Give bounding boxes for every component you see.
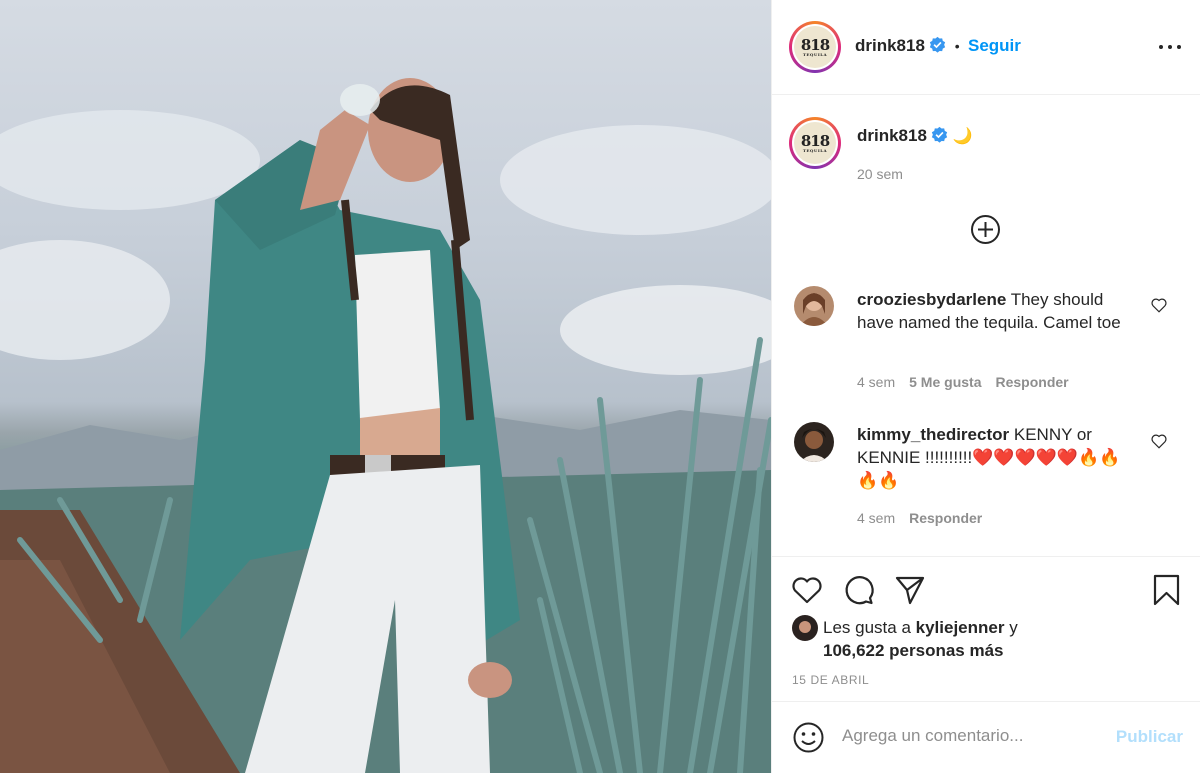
more-options-icon[interactable]	[1159, 36, 1181, 58]
comment-meta: 4 sem 5 Me gusta Responder	[857, 374, 1069, 390]
photo-illustration	[0, 78, 771, 773]
brand-logo: 818 TEQUILA	[794, 122, 836, 164]
verified-badge-icon	[929, 36, 946, 58]
comment-text: croozies​bydarlene They should have name…	[857, 290, 1121, 332]
header-username[interactable]: drink818	[855, 36, 925, 55]
commenter-avatar[interactable]	[794, 422, 834, 462]
post-date[interactable]: 15 DE ABRIL	[792, 673, 869, 687]
caption: drink818 🌙	[857, 126, 973, 148]
verified-badge-icon	[931, 126, 948, 148]
separator-dot: •	[950, 38, 964, 54]
add-comment-bar: Publicar	[772, 701, 1200, 773]
post-sidebar: 818 TEQUILA drink818 • Seguir 818 TEQUIL…	[771, 0, 1200, 773]
load-more-comments-icon[interactable]	[970, 214, 1001, 245]
comment-time[interactable]: 4 sem	[857, 374, 895, 390]
emoji-smiley-icon[interactable]	[792, 721, 825, 754]
post-photo[interactable]	[0, 0, 771, 773]
comment-likes[interactable]: 5 Me gusta	[909, 374, 981, 390]
publish-button[interactable]: Publicar	[1116, 727, 1183, 747]
reply-button[interactable]: Responder	[995, 374, 1068, 390]
commenter-avatar[interactable]	[794, 286, 834, 326]
share-paper-plane-icon[interactable]	[893, 573, 927, 607]
caption-username[interactable]: drink818	[857, 126, 927, 145]
comment-like-heart-icon[interactable]	[1150, 296, 1168, 314]
profile-avatar[interactable]: 818 TEQUILA	[789, 21, 841, 73]
comment-username[interactable]: kimmy_thedirector	[857, 425, 1009, 444]
comment-text: kimmy_thedirector KENNY or KENNIE !!!!!!…	[857, 425, 1121, 490]
comment-bubble-icon[interactable]	[842, 573, 876, 607]
reply-button[interactable]: Responder	[909, 510, 982, 526]
liker-username[interactable]: kyliejenner	[916, 618, 1005, 637]
comment-username[interactable]: croozies​bydarlene	[857, 290, 1006, 309]
post-actions: Les gusta a kyliejenner y 106,622 person…	[772, 556, 1200, 701]
comment-meta: 4 sem Responder	[857, 510, 982, 526]
comment-time[interactable]: 4 sem	[857, 510, 895, 526]
likes-count[interactable]: 106,622 personas más	[823, 641, 1004, 660]
comment-like-heart-icon[interactable]	[1150, 432, 1168, 450]
caption-emoji: 🌙	[952, 128, 973, 145]
caption-avatar[interactable]: 818 TEQUILA	[789, 117, 841, 169]
liker-avatar[interactable]	[792, 615, 818, 641]
brand-logo: 818 TEQUILA	[794, 26, 836, 68]
follow-button[interactable]: Seguir	[968, 36, 1021, 55]
post-header: 818 TEQUILA drink818 • Seguir	[772, 0, 1200, 95]
like-heart-icon[interactable]	[790, 573, 824, 607]
save-bookmark-icon[interactable]	[1150, 573, 1184, 607]
caption-timestamp[interactable]: 20 sem	[857, 166, 903, 182]
comment-input[interactable]	[842, 726, 1092, 746]
